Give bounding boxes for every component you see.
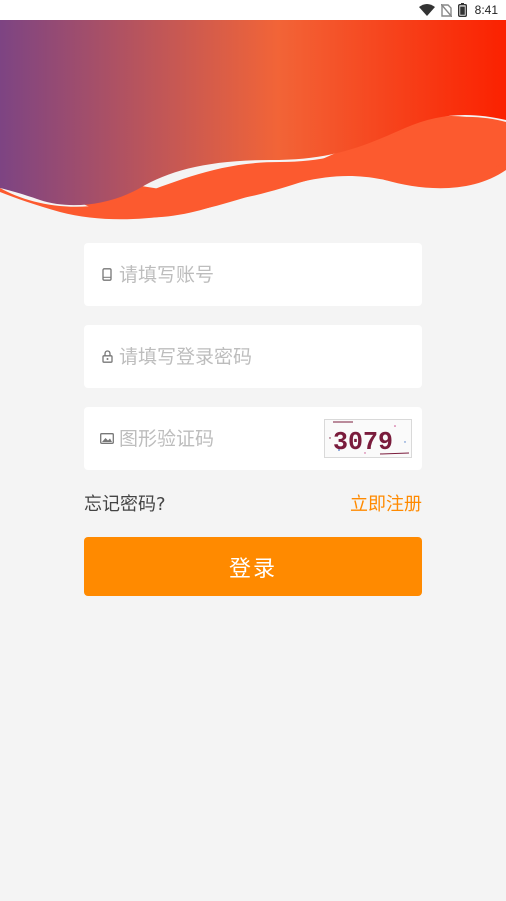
- captcha-image[interactable]: 3079: [324, 419, 412, 458]
- status-time: 8:41: [474, 3, 498, 17]
- forgot-password-link[interactable]: 忘记密码?: [84, 490, 166, 516]
- login-screen: 8:41 请填写账号 图形验证码 3079 忘记密码? 立即注册 登录: [0, 0, 506, 901]
- no-sim-icon: [440, 3, 452, 17]
- password-field[interactable]: [84, 325, 422, 388]
- header-wave-graphic: [0, 20, 506, 220]
- captcha-text: 3079: [333, 427, 393, 457]
- password-input[interactable]: [119, 345, 319, 368]
- phone-icon: [100, 268, 114, 282]
- register-link[interactable]: 立即注册: [350, 490, 422, 516]
- wifi-icon: [418, 4, 435, 16]
- captcha-input[interactable]: [119, 427, 319, 450]
- account-field[interactable]: [84, 243, 422, 306]
- image-icon: [100, 432, 114, 446]
- status-bar: 8:41: [0, 0, 506, 20]
- battery-icon: [457, 3, 467, 17]
- status-icons: 8:41: [418, 2, 498, 18]
- login-button[interactable]: 登录: [84, 537, 422, 596]
- links-row: 忘记密码? 立即注册: [84, 488, 422, 518]
- lock-icon: [100, 350, 114, 364]
- account-input[interactable]: [119, 263, 319, 286]
- captcha-field[interactable]: 3079: [84, 407, 422, 470]
